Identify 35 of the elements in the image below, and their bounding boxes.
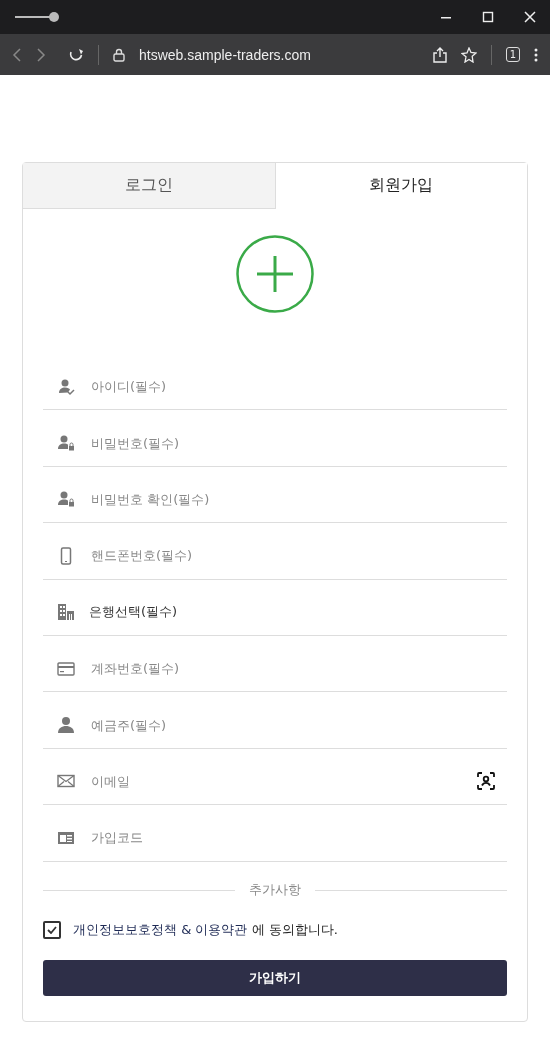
back-icon[interactable]: [12, 46, 22, 63]
input-field[interactable]: 가입코드: [89, 823, 495, 852]
agree-checkbox[interactable]: [43, 920, 61, 939]
signup-button[interactable]: 가입하기: [43, 959, 507, 996]
input-field[interactable]: 예금주(필수): [89, 711, 495, 740]
agree-text: 개인정보보호정책 & 이용약관 에 동의합니다.: [73, 920, 338, 939]
user-check-icon: [57, 377, 75, 396]
star-icon[interactable]: [460, 46, 477, 63]
lock-icon[interactable]: [113, 47, 125, 62]
input-field[interactable]: 비밀번호 확인(필수): [89, 485, 495, 514]
menu-icon[interactable]: [534, 46, 538, 63]
share-icon[interactable]: [432, 46, 447, 63]
maximize-icon[interactable]: [482, 11, 494, 23]
close-icon[interactable]: [524, 11, 536, 23]
user-lock-icon: [57, 490, 75, 509]
reload-icon[interactable]: [68, 46, 84, 63]
bank-select[interactable]: 은행선택(필수): [89, 603, 495, 622]
input-field[interactable]: 이메일: [89, 767, 463, 796]
address-text[interactable]: htsweb.sample-traders.com: [139, 46, 419, 63]
section-label: 추가사항: [249, 881, 301, 899]
user-lock-icon: [57, 434, 75, 453]
forward-icon[interactable]: [36, 46, 46, 63]
terms-link[interactable]: 개인정보보호정책 & 이용약관: [73, 921, 248, 937]
card-icon: [57, 659, 75, 678]
slider-icon: [14, 11, 60, 23]
face-scan-icon[interactable]: [477, 772, 495, 791]
tab-count[interactable]: 1: [505, 47, 520, 62]
input-field[interactable]: 계좌번호(필수): [89, 654, 495, 683]
user-icon: [57, 716, 75, 735]
input-field[interactable]: 아이디(필수): [89, 372, 495, 401]
tab[interactable]: 로그인: [23, 163, 276, 209]
input-field[interactable]: 핸드폰번호(필수): [89, 541, 495, 570]
building-icon: [57, 603, 75, 622]
check-icon: [47, 925, 57, 934]
input-field[interactable]: 비밀번호(필수): [89, 429, 495, 458]
